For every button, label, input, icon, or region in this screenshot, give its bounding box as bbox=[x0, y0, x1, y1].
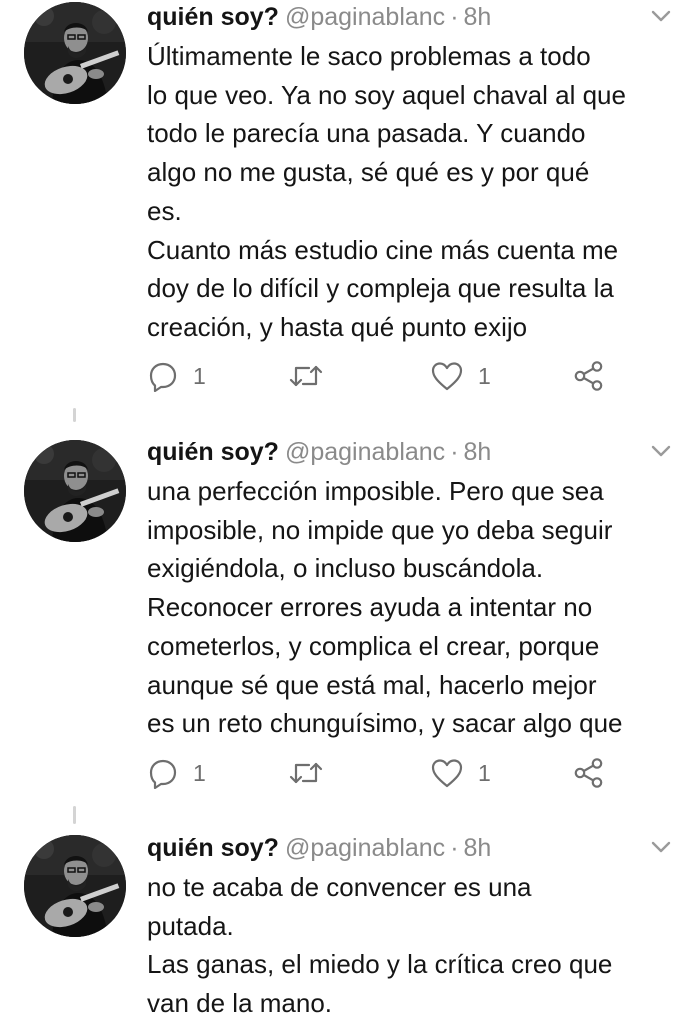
share-icon bbox=[572, 757, 606, 789]
separator-dot: · bbox=[450, 834, 459, 862]
like-button[interactable]: 1 bbox=[430, 356, 491, 396]
display-name[interactable]: quién soy? bbox=[147, 3, 279, 31]
tweet-text-line: Reconocer errores ayuda a intentar no bbox=[147, 592, 593, 623]
user-handle[interactable]: @paginablanc bbox=[285, 438, 445, 466]
avatar[interactable] bbox=[24, 2, 126, 104]
tweet-text-line: Últimamente le saco problemas a todo bbox=[147, 41, 591, 71]
reply-button[interactable]: 1 bbox=[147, 753, 206, 793]
tweet-text-line: lo que veo. Ya no soy aquel chaval al qu… bbox=[147, 79, 626, 110]
tweet-actions: 1 1 bbox=[147, 753, 667, 793]
like-count: 1 bbox=[478, 759, 491, 786]
tweet-text: no te acaba de convencer es una putada. … bbox=[147, 868, 687, 1023]
tweet-text-line: cometerlos, y complica el crear, porque bbox=[147, 630, 600, 661]
tweet-text-line: Las ganas, el miedo y la crítica creo qu… bbox=[147, 949, 613, 980]
reply-icon bbox=[147, 360, 179, 392]
tweet-text: Últimamente le saco problemas a todo lo … bbox=[147, 37, 687, 347]
timestamp[interactable]: 8h bbox=[464, 3, 492, 31]
reply-icon bbox=[147, 757, 179, 789]
timestamp[interactable]: 8h bbox=[464, 438, 492, 466]
retweet-icon bbox=[287, 757, 325, 789]
tweet-text-line: no te acaba de convencer es una bbox=[147, 872, 532, 902]
timestamp[interactable]: 8h bbox=[464, 834, 492, 862]
tweet-text-line: algo no me gusta, sé qué es y por qué bbox=[147, 157, 590, 188]
tweet-text-line: imposible, no impide que yo deba seguir bbox=[147, 514, 613, 545]
tweet-text-line: creación, y hasta qué punto exijo bbox=[147, 311, 528, 342]
heart-icon bbox=[430, 360, 464, 392]
display-name[interactable]: quién soy? bbox=[147, 834, 279, 862]
heart-icon bbox=[430, 757, 464, 789]
retweet-icon bbox=[287, 360, 325, 392]
tweet-text-line: es un reto chunguísimo, y sacar algo que bbox=[147, 708, 623, 739]
chevron-down-icon[interactable] bbox=[648, 6, 674, 26]
tweet-header: quién soy? @paginablanc · 8h bbox=[147, 831, 491, 865]
thread-connector bbox=[73, 408, 76, 422]
tweet[interactable]: quién soy? @paginablanc · 8h Últimamente le… bbox=[0, 0, 695, 405]
thread-connector bbox=[73, 806, 76, 824]
separator-dot: · bbox=[450, 438, 459, 466]
tweet[interactable]: quién soy? @paginablanc · 8h no te acaba de… bbox=[0, 831, 695, 1024]
retweet-button[interactable] bbox=[287, 753, 325, 793]
reply-count: 1 bbox=[193, 362, 206, 389]
share-button[interactable] bbox=[572, 356, 606, 396]
retweet-button[interactable] bbox=[287, 356, 325, 396]
chevron-down-icon[interactable] bbox=[648, 837, 674, 857]
tweet-actions: 1 1 bbox=[147, 356, 667, 396]
reply-count: 1 bbox=[193, 759, 206, 786]
tweet-text-line: doy de lo difícil y compleja que resulta… bbox=[147, 273, 614, 304]
like-count: 1 bbox=[478, 362, 491, 389]
tweet-text: una perfección imposible. Pero que sea i… bbox=[147, 472, 687, 743]
tweet-header: quién soy? @paginablanc · 8h bbox=[147, 435, 491, 469]
tweet[interactable]: quién soy? @paginablanc · 8h una perfección… bbox=[0, 435, 695, 805]
tweet-header: quién soy? @paginablanc · 8h bbox=[147, 0, 491, 34]
tweet-text-line: una perfección imposible. Pero que sea bbox=[147, 476, 604, 506]
tweet-text-line: es. bbox=[147, 195, 182, 226]
share-icon bbox=[572, 360, 606, 392]
like-button[interactable]: 1 bbox=[430, 753, 491, 793]
avatar[interactable] bbox=[24, 835, 126, 937]
tweet-text-line: putada. bbox=[147, 910, 234, 941]
tweet-text-line: aunque sé que está mal, hacerlo mejor bbox=[147, 669, 597, 700]
display-name[interactable]: quién soy? bbox=[147, 438, 279, 466]
share-button[interactable] bbox=[572, 753, 606, 793]
chevron-down-icon[interactable] bbox=[648, 441, 674, 461]
separator-dot: · bbox=[450, 3, 459, 31]
tweet-text-line: exigiéndola, o incluso buscándola. bbox=[147, 553, 544, 584]
user-handle[interactable]: @paginablanc bbox=[285, 834, 445, 862]
tweet-text-line: todo le parecía una pasada. Y cuando bbox=[147, 118, 586, 149]
reply-button[interactable]: 1 bbox=[147, 356, 206, 396]
user-handle[interactable]: @paginablanc bbox=[285, 3, 445, 31]
tweet-text-line: Cuanto más estudio cine más cuenta me bbox=[147, 234, 619, 265]
avatar[interactable] bbox=[24, 440, 126, 542]
tweet-text-line: van de la mano. bbox=[147, 988, 333, 1019]
